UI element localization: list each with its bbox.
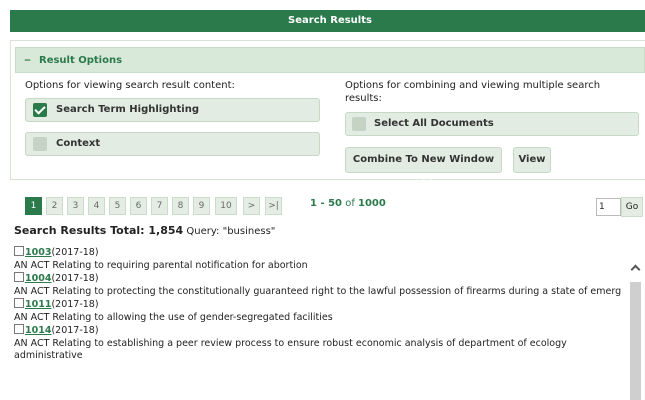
- search-total-label: Search Results Total: 1,854: [14, 224, 184, 237]
- result-options-toggle[interactable]: – Result Options: [15, 47, 645, 73]
- list-item: 1011(2017-18) AN ACT Relating to allowin…: [14, 298, 645, 324]
- results-scrollbar[interactable]: [630, 262, 641, 400]
- results-list: 1003(2017-18) AN ACT Relating to requiri…: [14, 246, 645, 400]
- bill-session: (2017-18): [51, 247, 99, 258]
- bill-number-link[interactable]: 1014: [25, 325, 51, 336]
- range-start: 1: [310, 198, 317, 209]
- page-button-9[interactable]: 9: [193, 197, 210, 215]
- combine-dropdown-value: Combine To New Window: [352, 154, 495, 165]
- bill-title: AN ACT Relating to establishing a peer r…: [14, 337, 567, 362]
- list-item: 1004(2017-18) AN ACT Relating to protect…: [14, 272, 645, 298]
- collapse-icon: –: [24, 52, 31, 68]
- chevron-down-icon: [422, 175, 433, 186]
- range-end: 50: [328, 198, 343, 209]
- bill-session: (2017-18): [51, 273, 99, 284]
- search-term-highlighting-option[interactable]: Search Term Highlighting: [25, 98, 320, 122]
- scrollbar-thumb[interactable]: [630, 282, 641, 400]
- page-button-2[interactable]: 2: [46, 197, 63, 215]
- viewing-options-label: Options for viewing search result conten…: [25, 80, 235, 91]
- select-all-documents-option[interactable]: Select All Documents: [345, 112, 639, 136]
- bill-title: AN ACT Relating to allowing the use of g…: [14, 311, 333, 323]
- page-button-10[interactable]: 10: [215, 197, 237, 215]
- page-number-input[interactable]: 1: [596, 198, 621, 216]
- result-checkbox[interactable]: [14, 246, 24, 256]
- list-item: 1014(2017-18) AN ACT Relating to establi…: [14, 324, 645, 363]
- bill-title: AN ACT Relating to protecting the consti…: [14, 285, 622, 297]
- list-item: 1003(2017-18) AN ACT Relating to requiri…: [14, 246, 645, 272]
- checkbox-unchecked-icon[interactable]: [352, 117, 366, 131]
- page-button-1[interactable]: 1: [25, 197, 42, 215]
- result-options-title: Result Options: [39, 55, 123, 66]
- search-results-header: Search Results: [10, 10, 645, 32]
- combine-dropdown[interactable]: Combine To New Window: [345, 147, 502, 186]
- scroll-up-icon[interactable]: [630, 264, 641, 275]
- page-button-5[interactable]: 5: [109, 197, 126, 215]
- page-button-7[interactable]: 7: [151, 197, 168, 215]
- search-term-highlighting-label: Search Term Highlighting: [56, 104, 199, 115]
- result-checkbox[interactable]: [14, 324, 24, 334]
- bill-number-link[interactable]: 1004: [25, 273, 51, 284]
- bill-number-link[interactable]: 1003: [25, 247, 51, 258]
- bill-session: (2017-18): [51, 325, 99, 336]
- go-button[interactable]: Go: [621, 197, 643, 217]
- combining-options-label: Options for combining and viewing multip…: [345, 80, 601, 104]
- page-button-3[interactable]: 3: [67, 197, 84, 215]
- range-total: 1000: [358, 198, 386, 209]
- page-button-8[interactable]: 8: [172, 197, 189, 215]
- checkbox-unchecked-icon[interactable]: [33, 137, 47, 151]
- last-page-button[interactable]: >|: [265, 197, 282, 215]
- page-button-6[interactable]: 6: [130, 197, 147, 215]
- range-separator: -: [316, 198, 329, 209]
- page-button-4[interactable]: 4: [88, 197, 105, 215]
- range-of: of: [342, 198, 359, 209]
- result-checkbox[interactable]: [14, 272, 24, 282]
- checkbox-checked-icon[interactable]: [33, 103, 47, 117]
- context-label: Context: [56, 138, 101, 149]
- bill-session: (2017-18): [51, 299, 99, 310]
- context-option[interactable]: Context: [25, 132, 320, 156]
- select-all-documents-label: Select All Documents: [374, 118, 494, 129]
- result-checkbox[interactable]: [14, 298, 24, 308]
- view-button[interactable]: View: [513, 147, 551, 173]
- search-total: Search Results Total: 1,854 Query: "busi…: [14, 224, 275, 237]
- next-page-button[interactable]: >: [243, 197, 260, 215]
- bill-number-link[interactable]: 1011: [25, 299, 51, 310]
- result-range: 1 - 50 of 1000: [310, 198, 386, 209]
- result-options-panel: – Result Options Options for viewing sear…: [10, 40, 645, 186]
- bill-title: AN ACT Relating to requiring parental no…: [14, 259, 308, 271]
- search-query: Query: "business": [183, 226, 276, 237]
